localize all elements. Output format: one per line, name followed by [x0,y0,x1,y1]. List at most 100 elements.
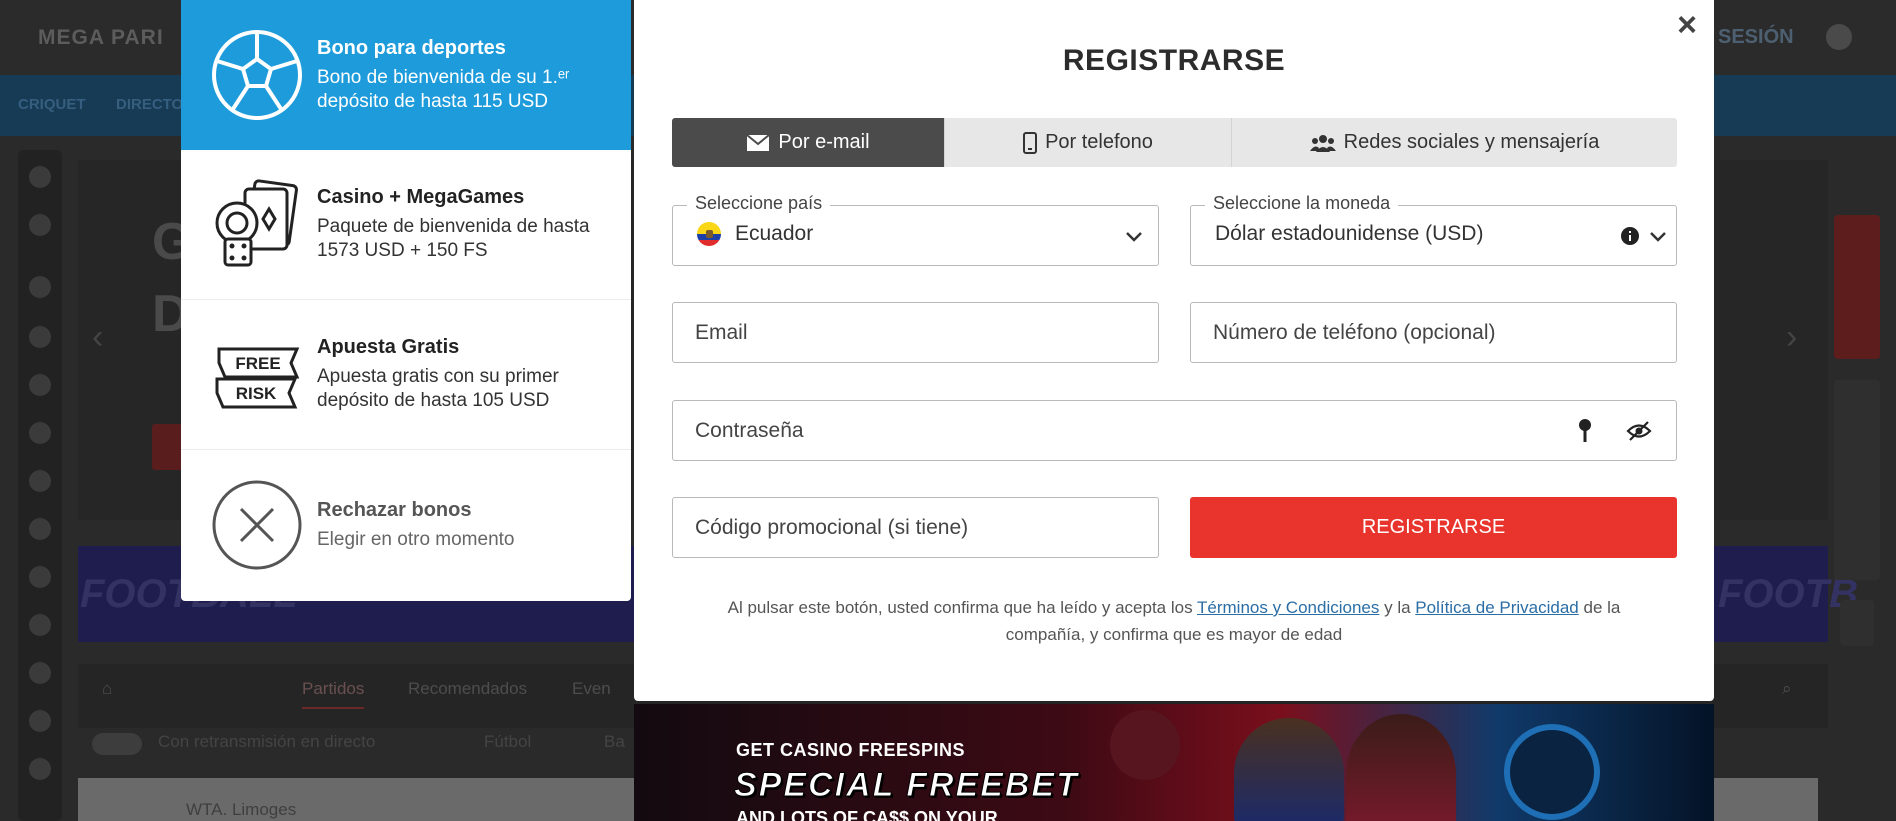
side-print-icon[interactable] [1840,600,1874,646]
currency-name: Dólar estadounidense (USD) [1215,222,1484,245]
bonus-card-sports[interactable]: Bono para deportes Bono de bienvenida de… [181,0,631,150]
chevron-down-icon [1126,232,1142,242]
nav-item-criquet[interactable]: CRIQUET [18,96,86,113]
hero-prev-arrow-icon[interactable]: ‹ [92,318,103,357]
event-row-title: WTA. Limoges [186,800,297,819]
password-field[interactable] [673,401,1676,460]
casino-icon [211,178,303,271]
gear-icon[interactable] [1826,24,1852,50]
ecuador-flag-icon [697,222,721,246]
side-register-tab[interactable] [1834,215,1880,359]
legal-notice: Al pulsar este botón, usted confirma que… [694,594,1654,648]
bonus-desc: Bono de bienvenida de su 1.ᵉʳ depósito d… [317,66,570,112]
hockey-icon[interactable] [29,566,51,588]
bonus-card-casino[interactable]: Casino + MegaGames Paquete de bienvenida… [181,150,631,300]
nav-item-directo[interactable]: DIRECTO [116,96,183,113]
envelope-icon [746,133,771,152]
tab-social[interactable]: Redes sociales y mensajería [1232,118,1677,167]
filter-basketball[interactable]: Ba [604,732,625,752]
soccer-ball-icon [211,29,303,121]
site-logo[interactable]: MEGA PARI [38,26,164,50]
email-field-wrapper [672,302,1159,363]
filter-futbol[interactable]: Fútbol [484,732,531,752]
more-icon[interactable] [29,758,51,780]
hero-next-arrow-icon[interactable]: › [1786,318,1797,357]
promo-small-text: GET CASINO FREESPINS [736,740,966,760]
email-field[interactable] [673,303,1158,362]
bookmark-icon[interactable] [29,214,51,236]
table-tennis-icon[interactable] [29,662,51,684]
modal-title: REGISTRARSE [1062,44,1286,77]
basketball-icon[interactable] [29,518,51,540]
users-icon [1309,133,1336,153]
tennis-icon[interactable] [29,470,51,492]
phone-field[interactable] [1191,303,1676,362]
promo-code-field[interactable] [673,498,1158,557]
country-select-value: Ecuador [697,222,813,246]
tab-label: Por telefono [1045,131,1153,153]
currency-select[interactable]: Seleccione la moneda Dólar estadounidens… [1190,193,1677,266]
register-button[interactable]: REGISTRARSE [1190,497,1677,558]
hero-cta-button[interactable] [152,424,184,470]
bonus-title: Bono para deportes [317,36,506,59]
casino-promo-banner[interactable]: GET CASINO FREESPINS SPECIAL FREEBET AND… [634,704,1714,821]
tab-label: Por e-mail [778,131,870,153]
country-select-label: Seleccione país [687,193,831,214]
home-icon[interactable]: ⌂ [102,679,112,699]
soccer-ball-image [1110,710,1180,780]
info-icon[interactable] [1620,226,1640,246]
currency-select-value: Dólar estadounidense (USD) [1215,222,1483,246]
live-icon[interactable] [29,276,51,298]
bonus-desc: Paquete de bienvenida de hasta 1573 USD … [317,216,590,261]
promo-subtext: AND LOTS OF CA$$ ON YOUR [736,808,998,821]
bonus-title: Rechazar bonos [317,498,472,521]
legal-text: y la [1379,598,1416,617]
reject-icon [211,479,303,571]
promo-headline: SPECIAL FREEBET [734,766,1079,805]
currency-select-label: Seleccione la moneda [1205,193,1399,214]
eye-slash-icon[interactable] [1626,420,1652,442]
soccer-icon[interactable] [29,422,51,444]
bonus-card-reject[interactable]: Rechazar bonos Elegir en otro momento [181,450,631,600]
registration-modal: × REGISTRARSE Por e-mail Por telefono Re… [634,0,1714,701]
tab-phone[interactable]: Por telefono [945,118,1232,167]
woman-image [1346,714,1456,821]
tab-eventos[interactable]: Even [572,679,611,699]
promo-code-wrapper [672,497,1159,558]
bonus-title: Apuesta Gratis [317,336,460,358]
roulette-wheel-image [1504,724,1600,820]
country-name: Ecuador [735,222,814,245]
tab-partidos[interactable]: Partidos [302,679,365,709]
volleyball-icon[interactable] [29,614,51,636]
phone-field-wrapper [1190,302,1677,363]
svg-text:RISK: RISK [236,384,277,403]
free-risk-icon: FREE RISK [211,329,303,421]
tab-email[interactable]: Por e-mail [672,118,945,167]
esports-icon[interactable] [29,710,51,732]
tab-recomendados[interactable]: Recomendados [408,679,527,699]
svg-text:FREE: FREE [235,354,280,373]
search-icon[interactable]: ⌕ [1782,679,1792,699]
password-field-wrapper [672,400,1677,461]
bonus-card-free-bet[interactable]: FREE RISK Apuesta Gratis Apuesta gratis … [181,300,631,450]
login-link[interactable]: SESIÓN [1718,26,1794,49]
phone-icon [1023,131,1038,154]
bonus-title: Casino + MegaGames [317,186,525,208]
live-stream-toggle[interactable] [92,733,142,755]
terms-link[interactable]: Términos y Condiciones [1197,598,1379,617]
bonus-selection-panel: Bono para deportes Bono de bienvenida de… [181,0,631,601]
star-icon[interactable] [29,374,51,396]
privacy-link[interactable]: Política de Privacidad [1415,598,1578,617]
registration-method-tabs: Por e-mail Por telefono Redes sociales y… [672,118,1677,167]
close-icon[interactable]: × [1670,8,1704,42]
side-betslip-tab[interactable] [1834,380,1880,580]
chevron-down-icon [1650,232,1666,242]
legal-text: Al pulsar este botón, usted confirma que… [727,598,1198,617]
tab-label: Redes sociales y mensajería [1343,131,1600,153]
country-select[interactable]: Seleccione país Ecuador [672,193,1159,266]
mega-icon[interactable] [29,326,51,348]
thumbs-up-icon[interactable] [29,166,51,188]
generate-password-key-icon[interactable] [1577,418,1593,444]
bonus-desc: Elegir en otro momento [317,528,515,550]
bonus-desc: Apuesta gratis con su primer depósito de… [317,366,559,411]
